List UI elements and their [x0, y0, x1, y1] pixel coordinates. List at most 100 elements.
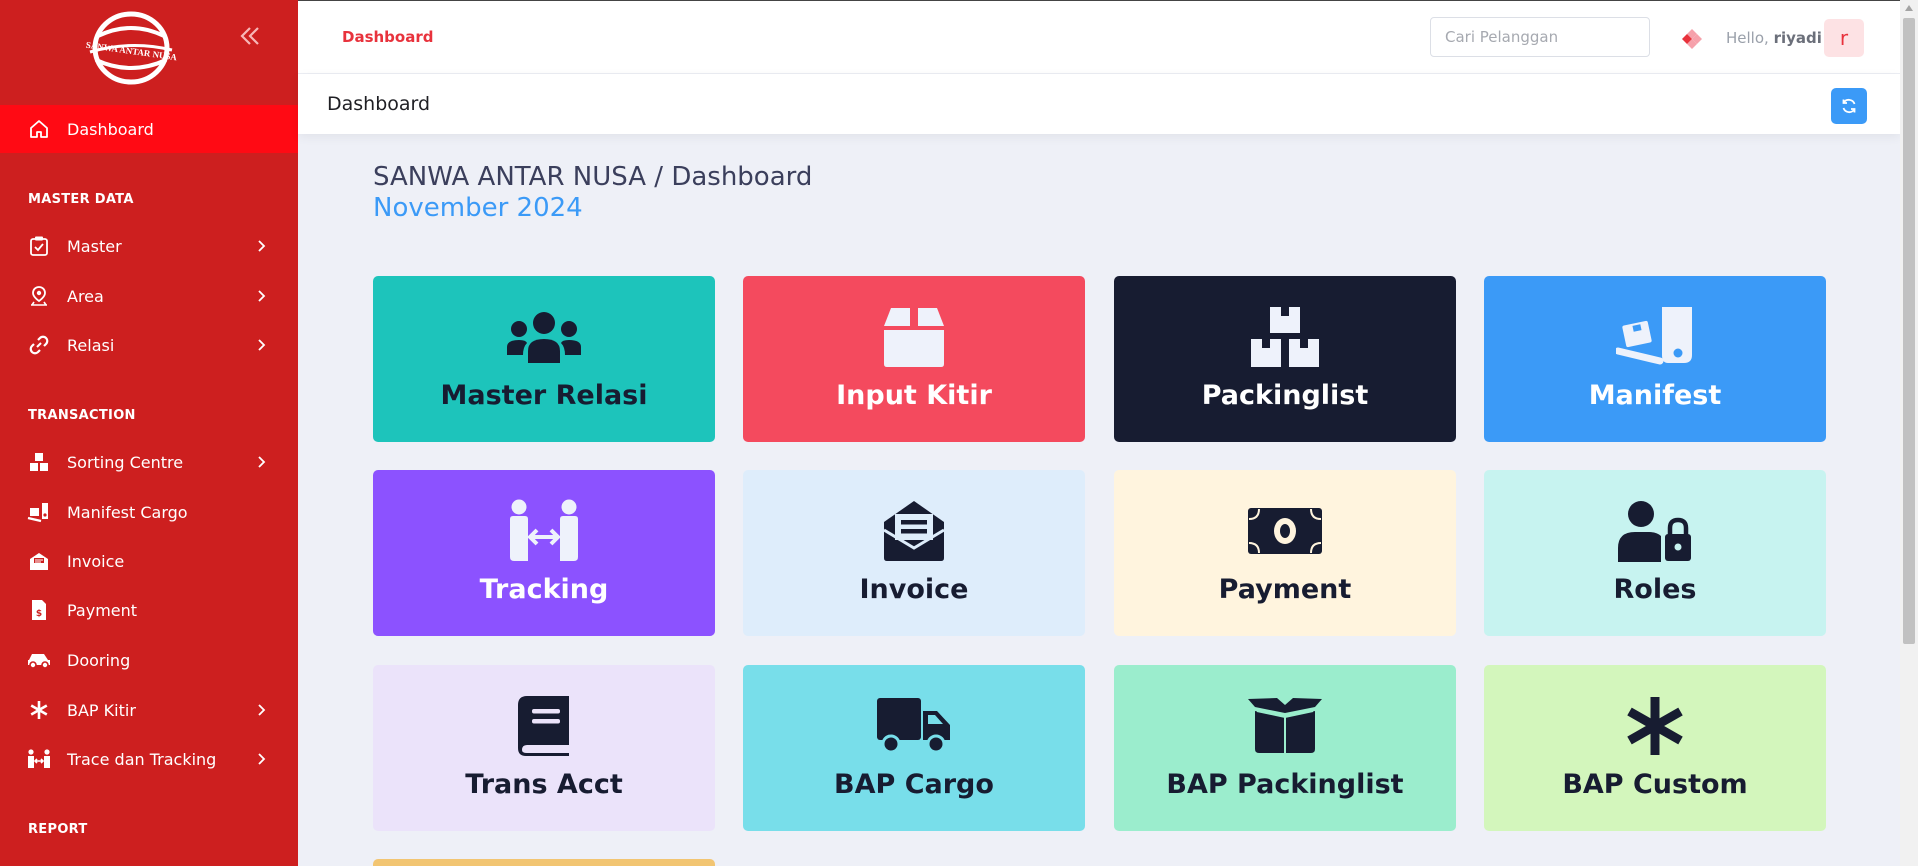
- sidebar-item-manifest-cargo[interactable]: Manifest Cargo: [0, 488, 298, 536]
- sidebar-item-payment[interactable]: $ Payment: [0, 586, 298, 634]
- page-scrollbar[interactable]: [1900, 0, 1918, 866]
- dolly-icon: [26, 499, 52, 525]
- asterisk-icon: [26, 697, 52, 723]
- tile-label: Tracking: [479, 574, 609, 605]
- section-transaction: TRANSACTION: [28, 408, 136, 423]
- tile-bap-custom[interactable]: BAP Custom: [1484, 665, 1826, 831]
- chevron-right-icon: [254, 238, 268, 254]
- section-report: REPORT: [28, 822, 88, 837]
- tile-trans-acct[interactable]: Trans Acct: [373, 665, 715, 831]
- greeting-text: Hello,: [1726, 29, 1769, 47]
- tile-input-kitir[interactable]: Input Kitir: [743, 276, 1085, 442]
- sidebar-item-sorting-centre[interactable]: Sorting Centre: [0, 438, 298, 486]
- tile-label: Trans Acct: [465, 769, 623, 800]
- tile-label: Master Relasi: [440, 380, 648, 411]
- sidebar-item-label: Manifest Cargo: [67, 502, 188, 522]
- sidebar-item-label: BAP Kitir: [67, 700, 136, 720]
- refresh-button[interactable]: [1831, 88, 1867, 124]
- sidebar-item-label: Relasi: [67, 335, 115, 355]
- boxes-icon: [26, 449, 52, 475]
- tile-bap-packinglist[interactable]: BAP Packinglist: [1114, 665, 1456, 831]
- sidebar-item-label: Sorting Centre: [67, 452, 184, 472]
- chevron-right-icon: [254, 454, 268, 470]
- sidebar: SANWA ANTAR NUSA Dashboard MASTER DATA M…: [0, 0, 298, 866]
- sidebar-item-label: Dooring: [67, 650, 131, 670]
- truck-icon: [743, 691, 1085, 761]
- box-open-icon: [1114, 691, 1456, 761]
- people-arrows-icon: [26, 746, 52, 772]
- sidebar-item-invoice[interactable]: Invoice: [0, 537, 298, 585]
- tile-bap-cargo[interactable]: BAP Cargo: [743, 665, 1085, 831]
- tile-label: BAP Packinglist: [1166, 769, 1404, 800]
- link-icon: [26, 332, 52, 358]
- tile-tracking[interactable]: Tracking: [373, 470, 715, 636]
- sidebar-item-label: Invoice: [67, 551, 125, 571]
- box-icon: [743, 302, 1085, 372]
- collapse-sidebar-icon[interactable]: [236, 24, 264, 48]
- envelope-open-text-icon: [26, 548, 52, 574]
- tile-master-relasi[interactable]: Master Relasi: [373, 276, 715, 442]
- sidebar-item-label: Payment: [67, 600, 138, 620]
- scrollbar-thumb[interactable]: [1903, 18, 1915, 644]
- sidebar-item-trace-tracking[interactable]: Trace dan Tracking: [0, 735, 298, 783]
- tile-label: Packinglist: [1201, 380, 1369, 411]
- tile-label: Manifest: [1588, 380, 1722, 411]
- chevron-right-icon: [254, 288, 268, 304]
- sidebar-item-label: Trace dan Tracking: [67, 749, 217, 769]
- subheader: Dashboard: [298, 74, 1900, 134]
- chevron-right-icon: [254, 702, 268, 718]
- refresh-icon: [1842, 98, 1856, 114]
- sidebar-item-relasi[interactable]: Relasi: [0, 321, 298, 369]
- users-icon: [373, 302, 715, 372]
- app-grid-icon[interactable]: [1678, 25, 1706, 53]
- svg-text:$: $: [36, 609, 42, 619]
- page-title: Dashboard: [327, 93, 431, 115]
- tile-payment[interactable]: Payment: [1114, 470, 1456, 636]
- tile-label: Payment: [1218, 574, 1352, 605]
- topbar: Dashboard Hello, riyadi r: [298, 0, 1900, 74]
- sidebar-item-label: Dashboard: [67, 119, 154, 139]
- boxes-stacked-icon: [1114, 302, 1456, 372]
- money-bill-icon: [1114, 496, 1456, 566]
- tile-label: BAP Cargo: [834, 769, 994, 800]
- sidebar-item-label: Master: [67, 236, 122, 256]
- people-arrows-icon: [373, 496, 715, 566]
- tile-label: Roles: [1613, 574, 1697, 605]
- envelope-open-text-icon: [743, 496, 1085, 566]
- dolly-icon: [1484, 302, 1826, 372]
- chevron-right-icon: [254, 337, 268, 353]
- car-icon: [26, 647, 52, 673]
- sidebar-item-master[interactable]: Master: [0, 222, 298, 270]
- user-greeting[interactable]: Hello, riyadi: [1726, 29, 1822, 47]
- topbar-title[interactable]: Dashboard: [342, 28, 433, 46]
- chevron-right-icon: [254, 751, 268, 767]
- sidebar-item-area[interactable]: Area: [0, 272, 298, 320]
- tile-packinglist[interactable]: Packinglist: [1114, 276, 1456, 442]
- username: riyadi: [1773, 29, 1822, 47]
- period-label: November 2024: [373, 193, 583, 223]
- sidebar-item-label: Area: [67, 286, 104, 306]
- scroll-up-icon[interactable]: [1905, 5, 1913, 11]
- tile-label: BAP Custom: [1562, 769, 1748, 800]
- tile-label: Input Kitir: [836, 380, 992, 411]
- section-master-data: MASTER DATA: [28, 192, 134, 207]
- home-icon: [26, 116, 52, 142]
- user-lock-icon: [1484, 496, 1826, 566]
- avatar[interactable]: r: [1824, 19, 1864, 57]
- clipboard-check-icon: [26, 233, 52, 259]
- sidebar-item-bap-kitir[interactable]: BAP Kitir: [0, 686, 298, 734]
- sidebar-item-dashboard[interactable]: Dashboard: [0, 105, 298, 153]
- book-icon: [373, 691, 715, 761]
- tile-roles[interactable]: Roles: [1484, 470, 1826, 636]
- tile-label: Invoice: [859, 574, 969, 605]
- map-pin-icon: [26, 283, 52, 309]
- company-logo[interactable]: SANWA ANTAR NUSA: [84, 10, 178, 86]
- breadcrumb: SANWA ANTAR NUSA / Dashboard: [373, 162, 813, 192]
- tile-partial[interactable]: [373, 859, 715, 866]
- search-customer-input[interactable]: [1430, 17, 1650, 57]
- sidebar-item-dooring[interactable]: Dooring: [0, 636, 298, 684]
- asterisk-icon: [1484, 691, 1826, 761]
- file-invoice-dollar-icon: $: [26, 597, 52, 623]
- tile-manifest[interactable]: Manifest: [1484, 276, 1826, 442]
- tile-invoice[interactable]: Invoice: [743, 470, 1085, 636]
